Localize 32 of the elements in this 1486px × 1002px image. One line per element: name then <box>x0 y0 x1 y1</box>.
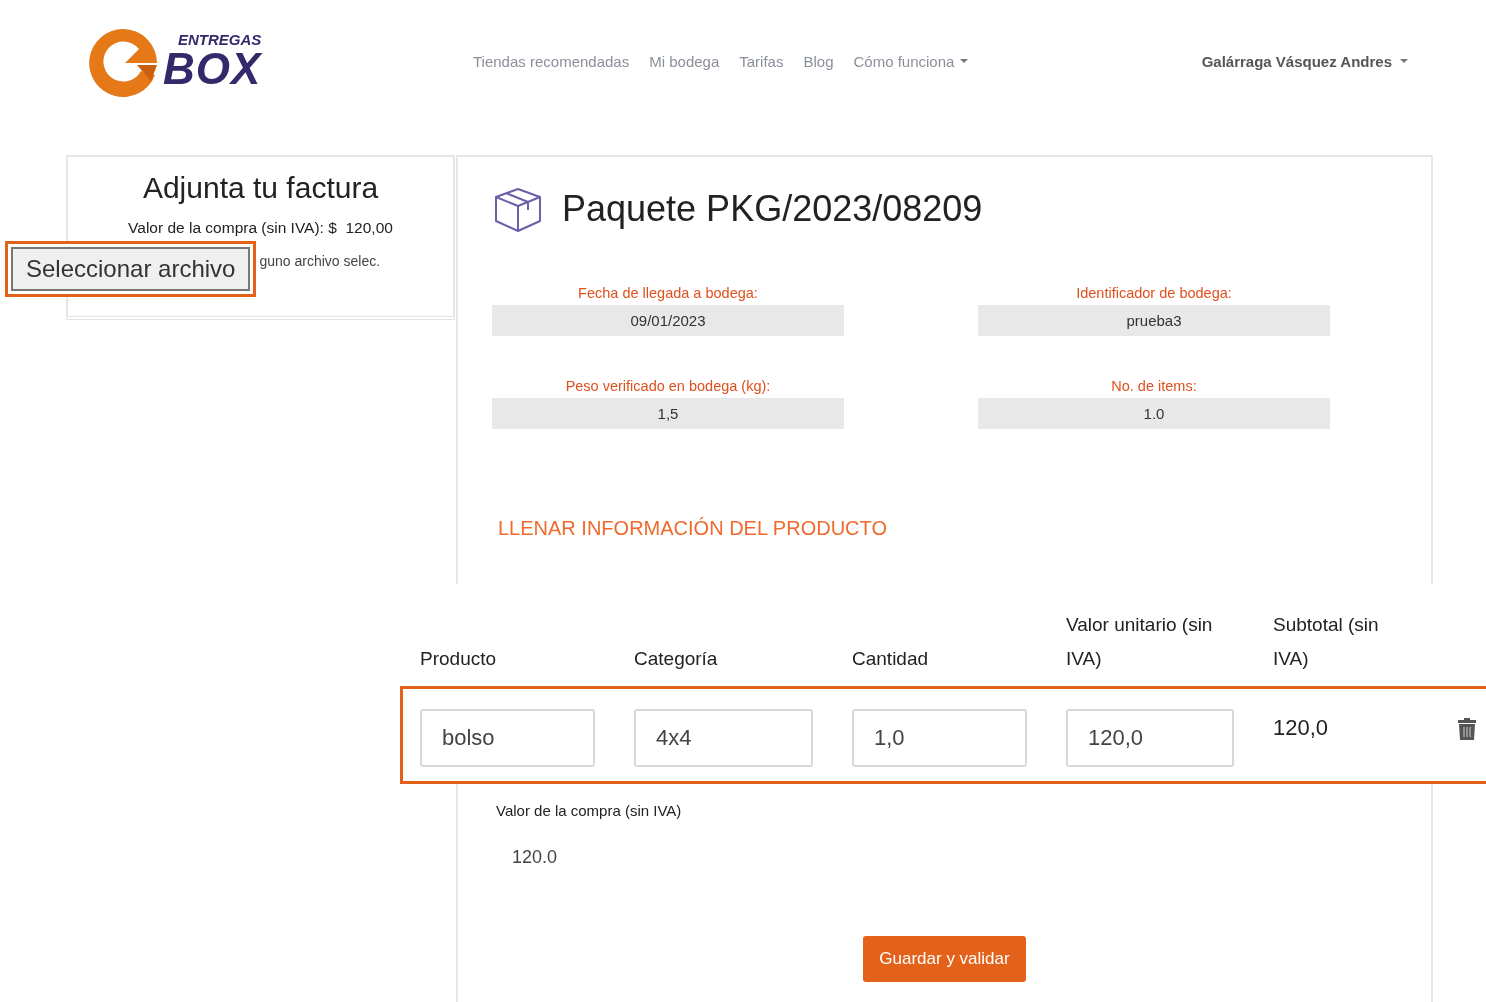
column-header: Categoría <box>634 647 719 671</box>
field-label: No. de items: <box>1111 378 1197 394</box>
package-title: Paquete PKG/2023/08209 <box>562 188 983 230</box>
select-file-button[interactable]: Seleccionar archivo <box>11 247 251 291</box>
field-label: Peso verificado en bodega (kg): <box>565 378 771 394</box>
field-value: 09/01/2023 <box>492 305 844 336</box>
total-value: 120.0 <box>512 847 559 868</box>
section-title: LLENAR INFORMACIÓN DEL PRODUCTO <box>498 517 888 540</box>
column-header: Producto <box>420 647 498 671</box>
user-menu[interactable]: Galárraga Vásquez Andres <box>1201 52 1408 70</box>
trash-icon[interactable] <box>1457 717 1477 741</box>
quantity-field[interactable]: 1,0 <box>852 709 1027 767</box>
column-header: Cantidad <box>852 647 930 671</box>
card-title: Adjunta tu factura <box>142 171 379 205</box>
subtotal-cell-text: 120,0 <box>1273 715 1330 741</box>
field-value: 1.0 <box>978 398 1330 429</box>
field-label: Fecha de llegada a bodega: <box>578 285 758 301</box>
file-status: guno archivo selec. <box>259 253 381 269</box>
field-value: prueba3 <box>978 305 1330 336</box>
purchase-amount: Valor de la compra (sin IVA): $ 120,00 <box>128 219 393 237</box>
product-field[interactable]: bolso <box>420 709 595 767</box>
caret-icon <box>1400 59 1408 63</box>
box-icon <box>492 185 544 233</box>
column-header: Valor unitario (sin IVA) <box>1066 613 1214 671</box>
caret-icon <box>960 59 969 63</box>
logo-wordmark: ENTREGAS BOX <box>163 31 262 91</box>
field-value: 1,5 <box>492 398 844 429</box>
category-field[interactable]: 4x4 <box>634 709 813 767</box>
unit-value-field[interactable]: 120,0 <box>1066 709 1234 767</box>
field-label: Identificador de bodega: <box>1076 285 1232 301</box>
total-label: Valor de la compra (sin IVA) <box>496 802 683 819</box>
column-header: Subtotal (sin IVA) <box>1273 613 1380 671</box>
